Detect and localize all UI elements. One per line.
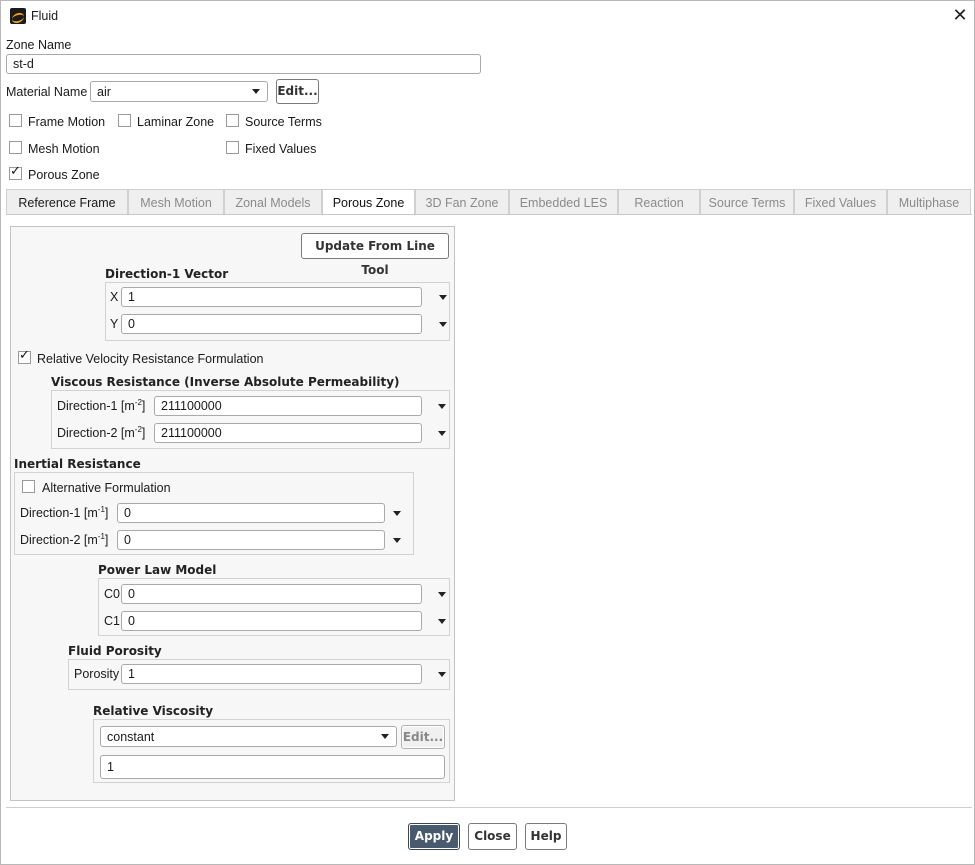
c1-label: C1: [104, 614, 120, 628]
inertial-resistance-title: Inertial Resistance: [14, 457, 141, 471]
tab-mesh-motion[interactable]: Mesh Motion: [128, 189, 224, 215]
zone-name-input[interactable]: st-d: [6, 54, 481, 74]
viscous-resistance-group: Direction-1 [m-2] 211100000 Direction-2 …: [51, 390, 450, 449]
x-expression-dropdown-icon[interactable]: [439, 295, 447, 300]
direction-1-vector-group: X 1 Y 0: [105, 282, 450, 341]
x-label: X: [110, 290, 119, 304]
inertial-direction-1-input[interactable]: 0: [117, 503, 385, 523]
porous-zone-label: Porous Zone: [28, 168, 100, 182]
viscous-direction-2-input[interactable]: 211100000: [154, 423, 422, 443]
laminar-zone-label: Laminar Zone: [137, 115, 215, 129]
relative-viscosity-method-dropdown[interactable]: constant: [100, 726, 397, 747]
c1-dropdown-icon[interactable]: [438, 619, 446, 624]
alternative-formulation-label: Alternative Formulation: [42, 481, 171, 495]
porous-zone-checkbox[interactable]: [9, 164, 22, 180]
fluid-dialog: Fluid ✕ Zone Name st-d Material Name air…: [0, 0, 975, 865]
fluent-app-icon: [10, 8, 26, 24]
relative-viscosity-title: Relative Viscosity: [93, 704, 214, 718]
fixed-values-label: Fixed Values: [245, 142, 317, 156]
relative-viscosity-group: constant Edit... 1: [93, 719, 450, 783]
y-expression-dropdown-icon[interactable]: [439, 322, 447, 327]
relative-viscosity-input[interactable]: 1: [100, 755, 445, 779]
chevron-down-icon: [252, 89, 260, 94]
fluid-porosity-title: Fluid Porosity: [68, 644, 162, 658]
porous-zone-panel: Update From Line Tool Direction-1 Vector…: [10, 226, 455, 801]
frame-motion-label: Frame Motion: [28, 115, 106, 129]
viscous-d1-dropdown-icon[interactable]: [438, 404, 446, 409]
relative-velocity-checkbox[interactable]: [18, 348, 31, 364]
porosity-input[interactable]: 1: [121, 664, 422, 684]
material-name-value: air: [97, 85, 111, 99]
tab-3d-fan-zone[interactable]: 3D Fan Zone: [415, 189, 509, 215]
c0-input[interactable]: 0: [121, 584, 422, 604]
power-law-model-title: Power Law Model: [98, 563, 217, 577]
close-icon[interactable]: ✕: [949, 5, 971, 27]
tab-zonal-models[interactable]: Zonal Models: [224, 189, 322, 215]
tab-fixed-values[interactable]: Fixed Values: [794, 189, 887, 215]
viscous-d2-dropdown-icon[interactable]: [438, 431, 446, 436]
tab-porous-zone[interactable]: Porous Zone: [322, 189, 415, 216]
relative-velocity-label: Relative Velocity Resistance Formulation: [37, 352, 264, 366]
y-label: Y: [110, 317, 119, 331]
c1-input[interactable]: 0: [121, 611, 422, 631]
inertial-direction-2-label: Direction-2 [m-1]: [20, 532, 109, 547]
inertial-resistance-group: Alternative Formulation Direction-1 [m-1…: [14, 472, 414, 555]
material-name-dropdown[interactable]: air: [90, 81, 268, 102]
zone-name-label: Zone Name: [6, 38, 72, 52]
laminar-zone-checkbox[interactable]: [118, 114, 131, 127]
inertial-d2-dropdown-icon[interactable]: [393, 538, 401, 543]
c0-dropdown-icon[interactable]: [438, 592, 446, 597]
tab-embedded-les[interactable]: Embedded LES: [509, 189, 618, 215]
c0-label: C0: [104, 587, 120, 601]
direction-1-y-input[interactable]: 0: [121, 314, 422, 334]
tab-multiphase[interactable]: Multiphase: [887, 189, 971, 215]
inertial-direction-1-label: Direction-1 [m-1]: [20, 505, 109, 520]
material-edit-button[interactable]: Edit...: [276, 79, 319, 104]
viscous-direction-1-input[interactable]: 211100000: [154, 396, 422, 416]
material-name-label: Material Name: [6, 85, 88, 99]
relative-viscosity-edit-button[interactable]: Edit...: [401, 725, 445, 749]
chevron-down-icon: [381, 734, 389, 739]
direction-1-vector-title: Direction-1 Vector: [105, 267, 229, 281]
update-from-line-tool-button[interactable]: Update From Line Tool: [301, 233, 449, 277]
relative-viscosity-method-value: constant: [107, 730, 155, 744]
viscous-resistance-title: Viscous Resistance (Inverse Absolute Per…: [51, 375, 400, 389]
help-button[interactable]: Help: [525, 823, 567, 850]
mesh-motion-label: Mesh Motion: [28, 142, 100, 156]
source-terms-label: Source Terms: [245, 115, 322, 129]
inertial-d1-dropdown-icon[interactable]: [393, 511, 401, 516]
window-title: Fluid: [31, 9, 59, 23]
tab-source-terms[interactable]: Source Terms: [700, 189, 794, 215]
apply-button[interactable]: Apply: [408, 823, 460, 850]
viscous-direction-2-label: Direction-2 [m-2]: [57, 425, 146, 440]
viscous-direction-1-label: Direction-1 [m-2]: [57, 398, 146, 413]
porosity-label: Porosity: [74, 667, 120, 681]
alternative-formulation-checkbox[interactable]: [22, 480, 35, 493]
fixed-values-checkbox[interactable]: [226, 141, 239, 154]
power-law-model-group: C0 0 C1 0: [98, 578, 450, 636]
inertial-direction-2-input[interactable]: 0: [117, 530, 385, 550]
tab-strip: Reference Frame Mesh Motion Zonal Models…: [6, 189, 971, 216]
source-terms-checkbox[interactable]: [226, 114, 239, 127]
mesh-motion-checkbox[interactable]: [9, 141, 22, 154]
tab-reference-frame[interactable]: Reference Frame: [6, 189, 128, 215]
direction-1-x-input[interactable]: 1: [121, 287, 422, 307]
footer-divider: [6, 807, 972, 808]
tab-reaction[interactable]: Reaction: [618, 189, 700, 215]
fluid-porosity-group: Porosity 1: [68, 659, 450, 690]
close-button[interactable]: Close: [468, 823, 517, 850]
frame-motion-checkbox[interactable]: [9, 114, 22, 127]
porosity-dropdown-icon[interactable]: [438, 672, 446, 677]
title-bar: Fluid ✕: [1, 1, 974, 31]
